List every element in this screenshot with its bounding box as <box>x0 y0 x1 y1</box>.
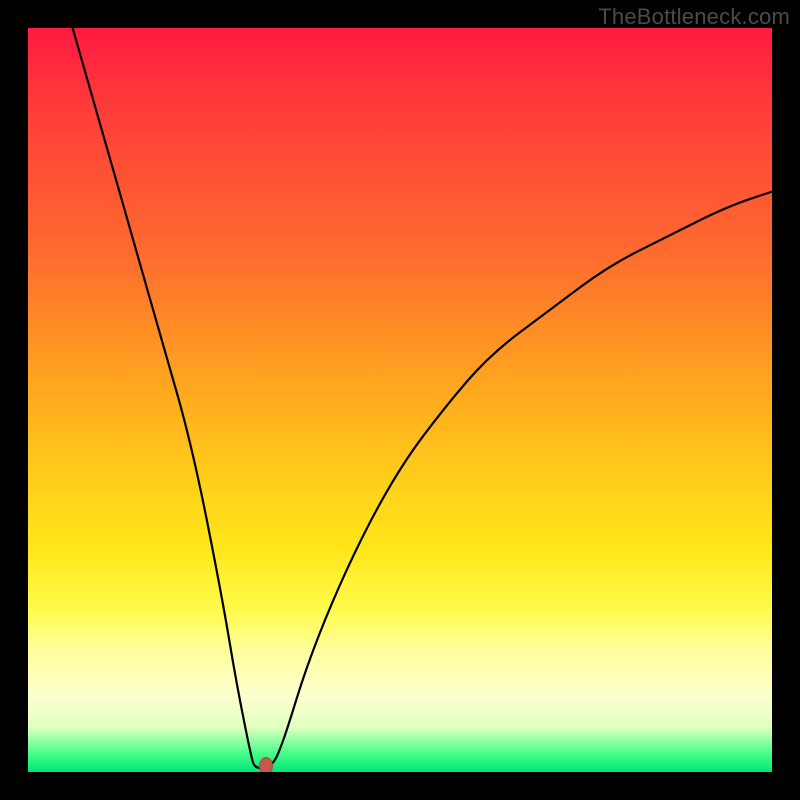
plot-area <box>28 28 772 772</box>
watermark-text: TheBottleneck.com <box>598 4 790 30</box>
bottleneck-curve <box>28 28 772 772</box>
chart-frame: TheBottleneck.com <box>0 0 800 800</box>
minimum-marker-icon <box>259 757 273 772</box>
